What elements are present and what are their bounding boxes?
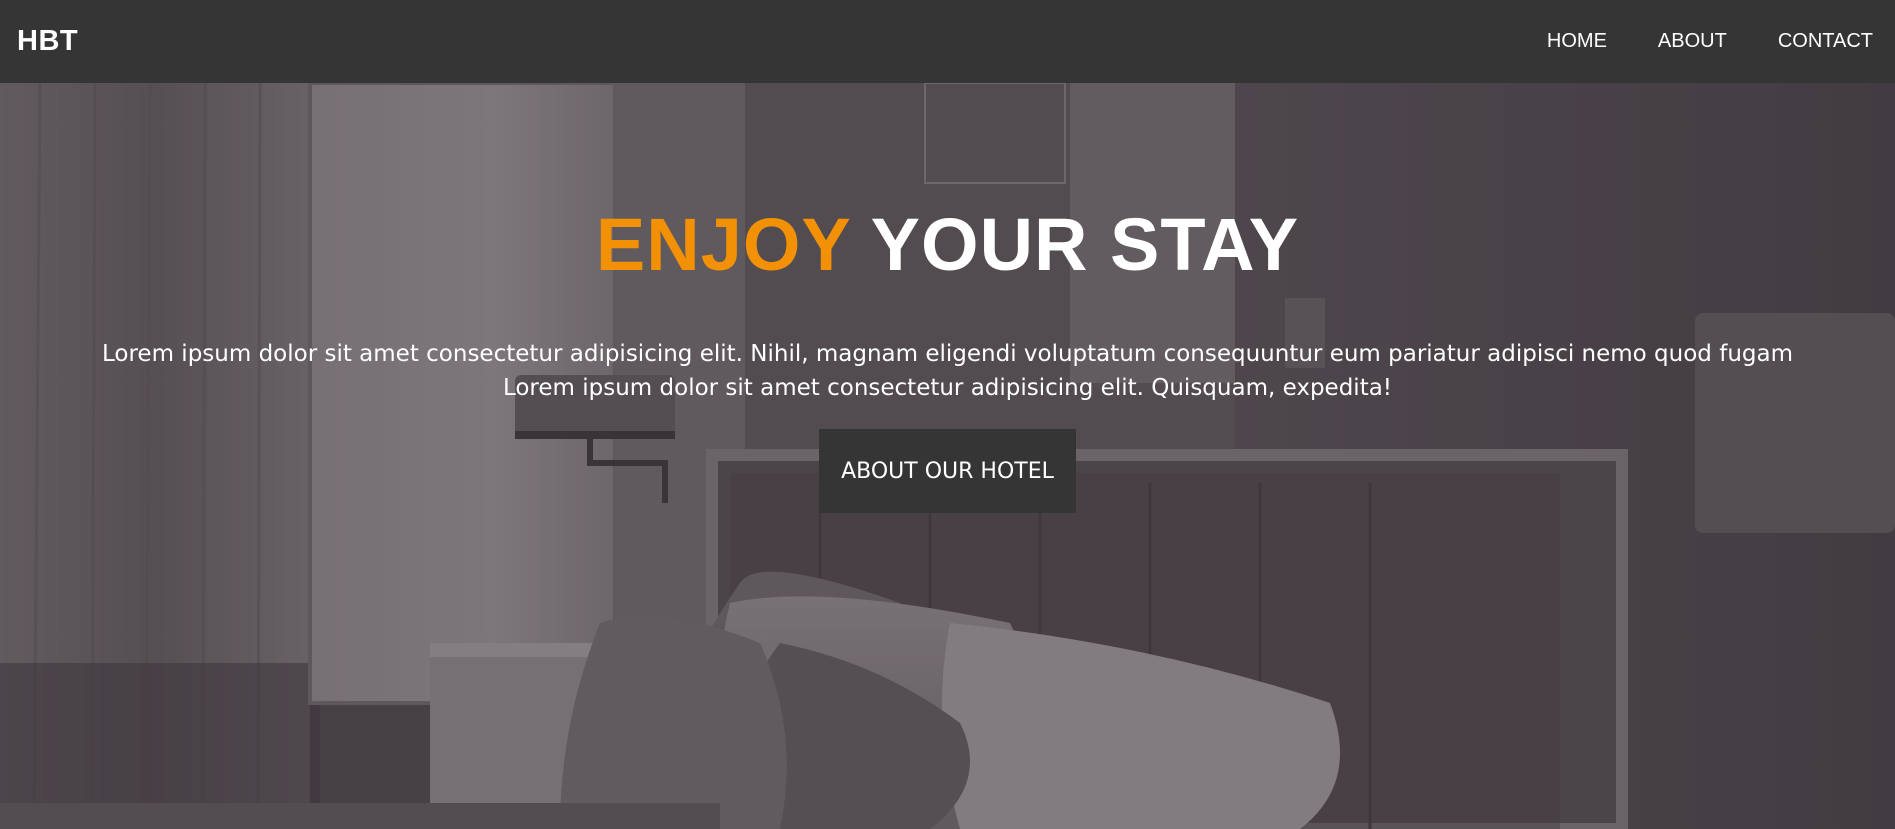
hero-section: ENJOY YOUR STAY Lorem ipsum dolor sit am… — [0, 83, 1895, 829]
nav-links: HOME ABOUT CONTACT — [1496, 30, 1873, 53]
navbar: HBT HOME ABOUT CONTACT — [0, 0, 1895, 83]
hero-heading: ENJOY YOUR STAY — [0, 208, 1895, 282]
hero-content: ENJOY YOUR STAY Lorem ipsum dolor sit am… — [0, 83, 1895, 829]
about-hotel-button[interactable]: ABOUT OUR HOTEL — [819, 429, 1076, 513]
hero-heading-rest: YOUR STAY — [850, 203, 1300, 286]
nav-link-home[interactable]: HOME — [1547, 30, 1607, 53]
brand-logo[interactable]: HBT — [17, 25, 78, 58]
nav-link-about[interactable]: ABOUT — [1658, 30, 1727, 53]
hero-description: Lorem ipsum dolor sit amet consectetur a… — [0, 337, 1895, 405]
hero-heading-accent: ENJOY — [595, 203, 851, 286]
hero-description-line-2: Lorem ipsum dolor sit amet consectetur a… — [502, 375, 1393, 401]
hero-description-line-1: Lorem ipsum dolor sit amet consectetur a… — [102, 341, 1793, 367]
nav-link-contact[interactable]: CONTACT — [1778, 30, 1873, 53]
